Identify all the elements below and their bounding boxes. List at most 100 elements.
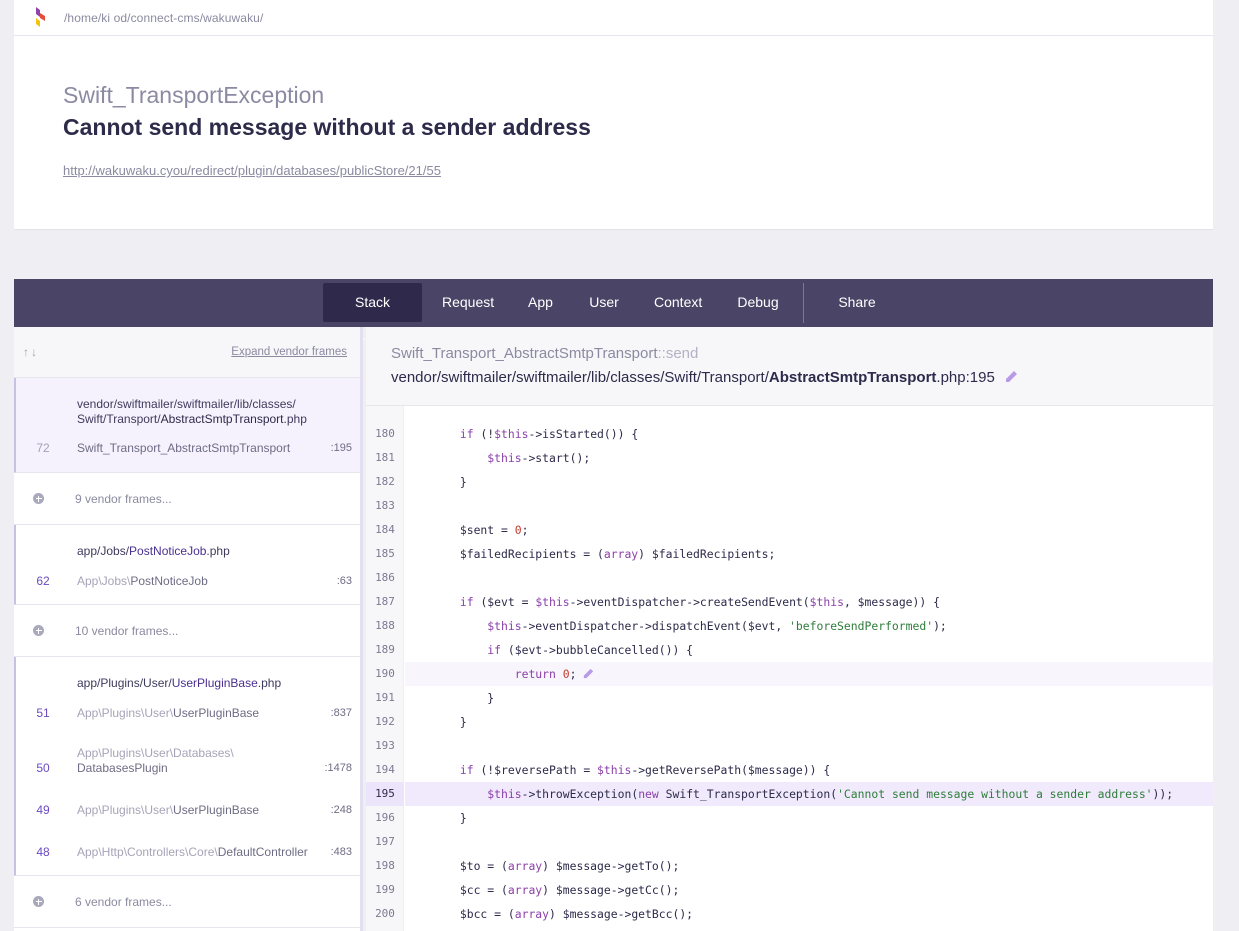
code-line: 193 — [366, 734, 1213, 758]
frame-namespace: App\Jobs\ — [77, 574, 131, 588]
code-text: } — [405, 811, 467, 825]
project-path: /home/ki od/connect-cms/wakuwaku/ — [64, 11, 264, 25]
share-label: Share — [838, 294, 876, 310]
code-text: return 0; — [405, 662, 1213, 686]
frame-number[interactable]: 50 — [33, 761, 53, 775]
frame-file-title: vendor/swiftmailer/swiftmailer/lib/class… — [391, 369, 1018, 386]
frame-file-ext: .php — [283, 412, 307, 426]
frame-class-name: UserPluginBase — [173, 706, 260, 720]
vendor-frames-toggle[interactable]: 9 vendor frames... — [14, 473, 360, 525]
code-line: 184 $sent = 0; — [366, 518, 1213, 542]
request-url-link[interactable]: http://wakuwaku.cyou/redirect/plugin/dat… — [63, 163, 441, 178]
edit-pencil-icon[interactable] — [1005, 370, 1018, 383]
code-line: 195 $this->throwException(new Swift_Tran… — [366, 782, 1213, 806]
vendor-frames-label: 9 vendor frames... — [75, 492, 172, 506]
line-number: 181 — [375, 451, 395, 464]
tab-debug[interactable]: Debug — [720, 283, 796, 322]
frames-header: ↑↓ Expand vendor frames — [14, 327, 360, 378]
share-button[interactable]: Share — [812, 283, 902, 346]
code-text: } — [405, 691, 495, 705]
code-text: $to = (array) $message->getTo(); — [405, 859, 680, 873]
line-number: 195 — [366, 782, 404, 806]
frame-file-ext: .php — [206, 544, 230, 558]
tab-request[interactable]: Request — [426, 283, 508, 322]
frame-number[interactable]: 48 — [33, 845, 53, 859]
code-text: } — [405, 475, 467, 489]
frame-class-name: PostNoticeJob — [130, 574, 208, 588]
code-text: if ($evt->bubbleCancelled()) { — [487, 643, 694, 657]
tab-app[interactable]: App — [512, 283, 569, 322]
stack-frames-panel: ↑↓ Expand vendor frames vendor/swiftmail… — [14, 327, 363, 931]
frame-line-number: :483 — [330, 846, 352, 858]
frame-class: Swift_Transport_AbstractSmtpTransport — [77, 441, 290, 456]
frame-number[interactable]: 49 — [33, 803, 53, 817]
frame-line-number: :248 — [330, 804, 352, 816]
tab-stack-trace[interactable]: Stack trace — [323, 283, 422, 349]
frame-file-name: PostNoticeJob — [129, 544, 207, 558]
frame-class[interactable]: App\Plugins\User\Databases\ DatabasesPlug… — [77, 746, 234, 776]
line-number: 193 — [375, 739, 395, 752]
frame-file-name: UserPluginBase — [171, 676, 258, 690]
code-line: 190 return 0; — [366, 662, 1213, 686]
code-line: 188 $this->eventDispatcher->dispatchEven… — [366, 614, 1213, 638]
stack-frame-72[interactable]: vendor/swiftmailer/swiftmailer/lib/class… — [14, 378, 360, 473]
frame-class-name: Swift_Transport_AbstractSmtpTransport — [391, 345, 658, 362]
tab-bar: Stack trace Request App User Context Deb… — [14, 279, 1213, 349]
frame-number[interactable]: 51 — [33, 706, 53, 720]
vendor-frames-toggle[interactable]: 10 vendor frames... — [14, 605, 360, 657]
frame-navigation-arrows-icon[interactable]: ↑↓ — [23, 345, 39, 359]
code-line: 182 } — [366, 470, 1213, 494]
frame-file-path: app/Jobs/PostNoticeJob.php — [77, 544, 230, 559]
frame-namespace: App\Plugins\User\Databases\ — [77, 746, 234, 760]
line-number: 200 — [375, 907, 395, 920]
code-line: 186 — [366, 566, 1213, 590]
tab-context[interactable]: Context — [638, 283, 717, 322]
frame-method-name: ::send — [657, 345, 699, 362]
stack-frame-group-user-plugin: app/Plugins/User/UserPluginBase.php 51 A… — [14, 657, 360, 876]
line-number: 183 — [375, 499, 395, 512]
code-text: if (!$this->isStarted()) { — [459, 427, 639, 441]
file-line-suffix: .php:195 — [936, 369, 995, 386]
code-line: 185 $failedRecipients = (array) $failedR… — [366, 542, 1213, 566]
line-number: 180 — [375, 427, 395, 440]
expand-plus-icon — [33, 896, 44, 907]
line-number: 188 — [375, 619, 395, 632]
stack-frame-62[interactable]: app/Jobs/PostNoticeJob.php 62 App\Jobs\P… — [14, 525, 360, 605]
line-number: 185 — [375, 547, 395, 560]
code-line: 191 } — [366, 686, 1213, 710]
frame-class[interactable]: App\Http\Controllers\Core\DefaultControl… — [77, 845, 308, 860]
code-text: $this->eventDispatcher->dispatchEvent($e… — [487, 619, 947, 633]
code-line: 196 } — [366, 806, 1213, 830]
frame-file-ext: .php — [257, 676, 282, 690]
code-line: 187 if ($evt = $this->eventDispatcher->c… — [366, 590, 1213, 614]
code-text: $this->throwException(new Swift_Transpor… — [405, 782, 1213, 806]
vendor-frames-toggle[interactable]: 6 vendor frames... — [14, 876, 360, 928]
frame-file-path: app/Plugins/User/UserPluginBase.php — [77, 676, 281, 691]
frame-file-dir: app/Jobs/ — [77, 544, 130, 558]
line-number: 189 — [375, 643, 395, 656]
line-number: 194 — [375, 763, 395, 776]
expand-vendor-frames-link[interactable]: Expand vendor frames — [231, 346, 347, 358]
vendor-frames-label: 10 vendor frames... — [75, 624, 179, 638]
frame-file-dir: app/Plugins/User/ — [77, 676, 172, 690]
edit-pencil-icon[interactable] — [583, 668, 594, 679]
code-line: 180 if (!$this->isStarted()) { — [366, 422, 1213, 446]
code-line: 181 $this->start(); — [366, 446, 1213, 470]
tab-user[interactable]: User — [573, 283, 635, 322]
line-number: 182 — [375, 475, 395, 488]
frame-number: 62 — [36, 574, 50, 588]
frame-class[interactable]: App\Plugins\User\UserPluginBase — [77, 706, 259, 721]
line-number: 186 — [375, 571, 395, 584]
frame-class[interactable]: App\Plugins\User\UserPluginBase — [77, 803, 259, 818]
line-number: 190 — [375, 667, 395, 680]
code-text: if (!$reversePath = $this->getReversePat… — [459, 763, 831, 777]
frame-line-number: :1478 — [324, 762, 352, 774]
line-number: 187 — [375, 595, 395, 608]
code-line: 189 if ($evt->bubbleCancelled()) { — [366, 638, 1213, 662]
frame-line-number: :837 — [330, 707, 352, 719]
code-text: } — [405, 715, 467, 729]
frame-number: 72 — [36, 441, 50, 455]
code-line: 192 } — [366, 710, 1213, 734]
tab-separator — [803, 283, 804, 323]
code-line: 198 $to = (array) $message->getTo(); — [366, 854, 1213, 878]
